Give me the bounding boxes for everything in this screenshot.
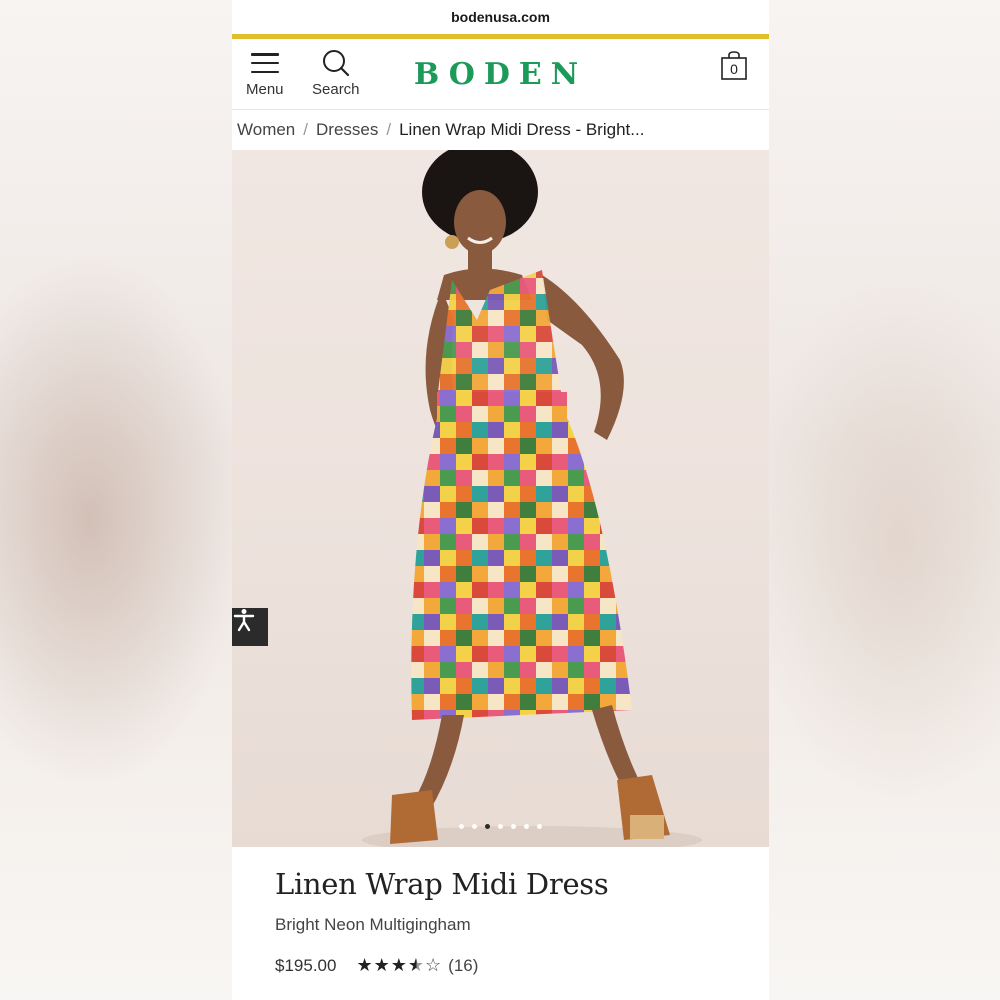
product-price: $195.00 [275,955,337,975]
review-count[interactable]: (16) [448,956,478,976]
star-rating[interactable]: ★★★★☆ [356,955,442,976]
site-header: Menu Search BODEN 0 [232,39,769,110]
carousel-dot-active[interactable] [485,824,490,829]
star-icon: ★ [373,955,391,975]
carousel-dot[interactable] [524,824,529,829]
carousel-dot[interactable] [511,824,516,829]
empty-star-icon: ☆ [425,955,443,975]
product-image-carousel[interactable] [232,150,769,847]
breadcrumb-current: Linen Wrap Midi Dress - Bright... [399,120,645,139]
shopping-bag-button[interactable]: 0 [721,51,747,81]
breadcrumb-dresses[interactable]: Dresses [316,120,378,140]
carousel-indicators [232,824,769,829]
breadcrumb: Women / Dresses / Linen Wrap Midi Dress … [232,110,769,150]
carousel-dot[interactable] [537,824,542,829]
carousel-dot[interactable] [472,824,477,829]
breadcrumb-separator: / [386,120,392,139]
phone-screen: bodenusa.com Menu Search BODEN 0 Women /… [232,0,769,1000]
star-icon: ★ [356,955,374,975]
carousel-dot[interactable] [459,824,464,829]
product-title: Linen Wrap Midi Dress [275,867,609,901]
url-text: bodenusa.com [451,9,550,25]
star-icon: ★ [390,955,408,975]
breadcrumb-separator: / [303,120,308,139]
accessibility-button[interactable] [232,608,268,646]
product-color-name: Bright Neon Multigingham [275,915,471,934]
product-info: Linen Wrap Midi Dress Bright Neon Multig… [232,847,769,976]
breadcrumb-women[interactable]: Women [237,120,295,140]
half-star-icon: ★ [407,955,426,975]
brand-logo[interactable]: BODEN [232,57,769,92]
accessibility-icon [233,609,255,632]
bag-count: 0 [730,61,738,77]
price-rating-row: $195.00 ★★★★☆ (16) [275,955,726,976]
browser-url-bar[interactable]: bodenusa.com [232,0,769,34]
product-photo [362,150,702,847]
carousel-dot[interactable] [498,824,503,829]
